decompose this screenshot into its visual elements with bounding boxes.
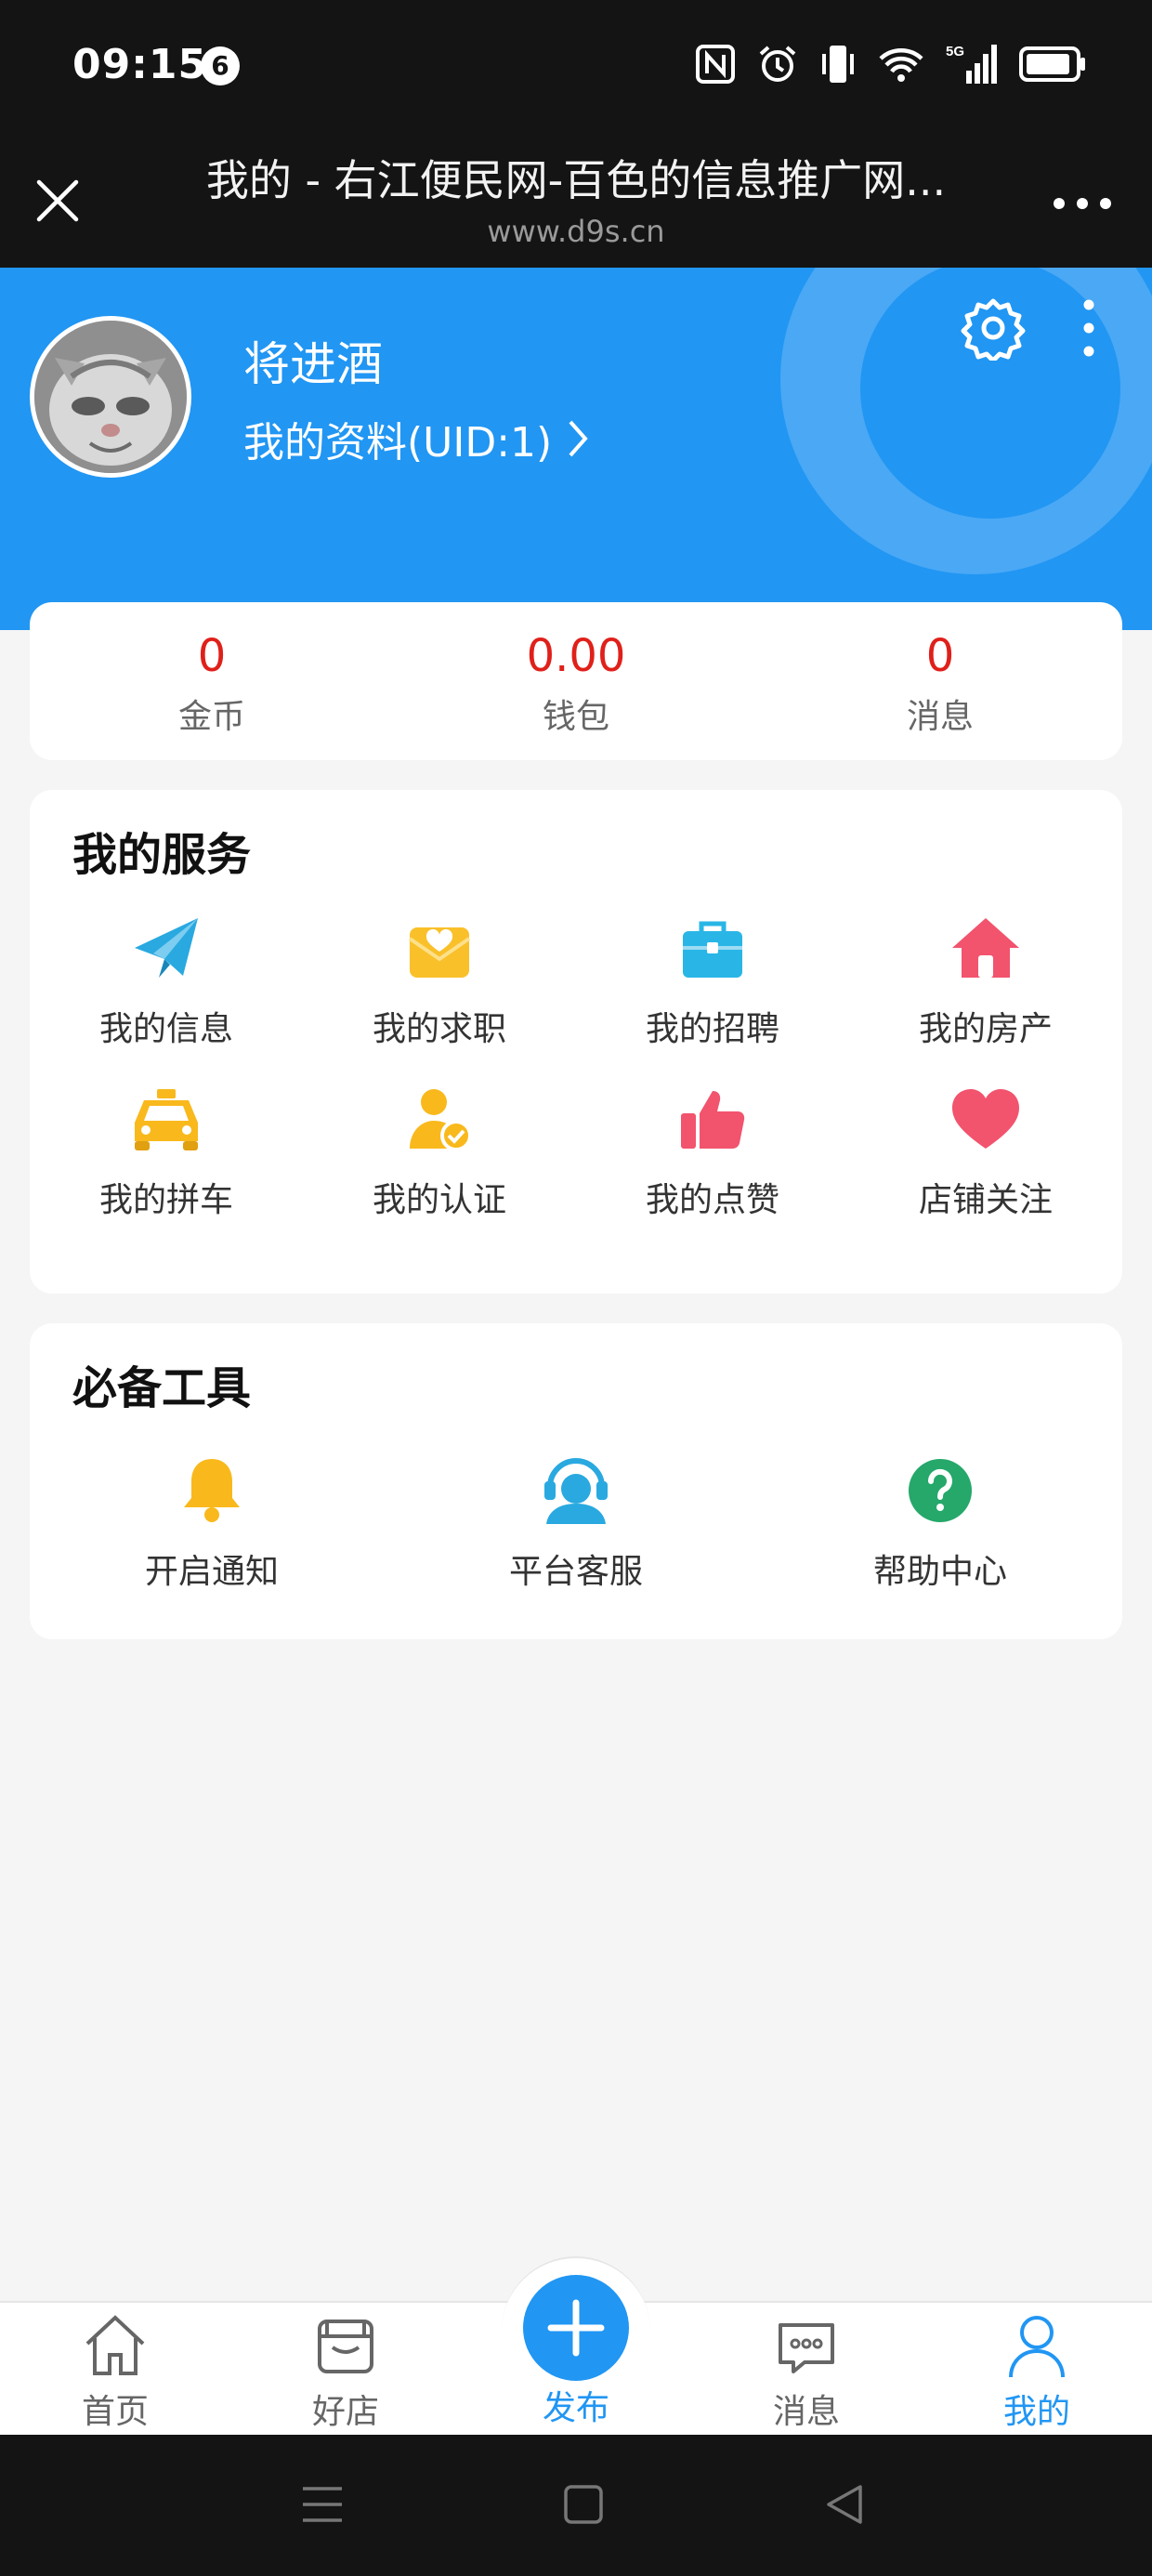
- back-triangle-icon[interactable]: [821, 2481, 868, 2528]
- user-icon: [1009, 2316, 1065, 2378]
- signal-5g-icon: 5G: [946, 44, 997, 84]
- service-label: 我的信息: [98, 1010, 233, 1048]
- stats-card: 0 金币 0.00 钱包 0 消息: [30, 602, 1122, 760]
- page-url: www.d9s.cn: [487, 214, 665, 249]
- publish-label: 发布: [542, 2389, 609, 2427]
- plus-icon: [547, 2299, 605, 2357]
- profile-link[interactable]: 我的资料(UID:1): [243, 409, 589, 468]
- nav-item-me[interactable]: 我的: [962, 2310, 1111, 2433]
- service-label: 我的拼车: [98, 1181, 233, 1219]
- tool-label: 平台客服: [508, 1553, 643, 1591]
- status-time: 09:15: [72, 41, 208, 88]
- more-options-icon[interactable]: [1050, 190, 1115, 217]
- section-title: 必备工具: [72, 1362, 252, 1414]
- service-label: 店铺关注: [918, 1181, 1053, 1219]
- services-grid: 我的信息 我的求职 我的招聘 我的房产 我的拼车 我的认证 我的点赞 店铺关注: [30, 911, 1122, 1221]
- envelope-heart-icon: [408, 927, 471, 978]
- stat-messages[interactable]: 0 消息: [758, 602, 1122, 760]
- service-my-info[interactable]: 我的信息: [30, 911, 303, 1050]
- help-circle-icon: [909, 1459, 972, 1522]
- service-label: 我的求职: [372, 1010, 506, 1048]
- avatar[interactable]: [30, 316, 191, 478]
- profile-link-label: 我的资料(UID:1): [243, 419, 553, 467]
- paper-plane-icon: [135, 918, 198, 978]
- service-my-recruitment[interactable]: 我的招聘: [576, 911, 849, 1050]
- kebab-menu-icon[interactable]: [1070, 296, 1107, 361]
- tools-grid: 开启通知 平台客服 帮助中心: [30, 1453, 1122, 1593]
- nav-item-home[interactable]: 首页: [41, 2310, 190, 2433]
- nav-label: 消息: [772, 2393, 840, 2431]
- service-my-verification[interactable]: 我的认证: [303, 1082, 576, 1221]
- thumbs-up-icon: [681, 1091, 745, 1149]
- battery-icon: [1019, 46, 1085, 82]
- user-name: 将进酒: [243, 337, 383, 391]
- tool-label: 开启通知: [144, 1553, 279, 1591]
- close-icon[interactable]: [32, 175, 84, 227]
- web-header: 我的 - 右江便民网-百色的信息推广网... www.d9s.cn: [0, 138, 1152, 268]
- stat-label: 钱包: [542, 698, 609, 736]
- nav-item-messages[interactable]: 消息: [732, 2310, 881, 2433]
- service-my-property[interactable]: 我的房产: [849, 911, 1122, 1050]
- service-shop-follow[interactable]: 店铺关注: [849, 1082, 1122, 1221]
- nav-label: 好店: [311, 2393, 379, 2431]
- service-my-likes[interactable]: 我的点赞: [576, 1082, 849, 1221]
- notification-count-badge: 6: [201, 46, 240, 85]
- home-square-icon[interactable]: [560, 2481, 607, 2528]
- system-navigation-bar: [0, 2435, 1152, 2576]
- wifi-icon: [879, 48, 923, 82]
- publish-button[interactable]: [523, 2275, 629, 2381]
- chevron-right-icon: [569, 420, 588, 457]
- tool-help-center[interactable]: 帮助中心: [758, 1453, 1122, 1593]
- page-title: 我的 - 右江便民网-百色的信息推广网...: [205, 155, 947, 205]
- cat-avatar-image: [34, 321, 187, 473]
- taxi-icon: [135, 1089, 198, 1150]
- bell-icon: [184, 1459, 240, 1522]
- stat-label: 消息: [906, 698, 974, 736]
- my-services-card: 我的服务 我的信息 我的求职 我的招聘 我的房产 我的拼车 我的认证 我的点赞: [30, 790, 1122, 1294]
- tool-customer-service[interactable]: 平台客服: [394, 1453, 758, 1593]
- nav-label: 首页: [81, 2393, 149, 2431]
- briefcase-icon: [683, 921, 742, 978]
- nfc-icon: [696, 45, 735, 84]
- heart-icon: [952, 1089, 1019, 1149]
- status-bar: 09:15 6 5G: [0, 0, 1152, 138]
- gear-icon[interactable]: [961, 296, 1026, 361]
- chat-icon: [779, 2323, 834, 2373]
- alarm-icon: [759, 46, 796, 82]
- service-label: 我的招聘: [645, 1010, 779, 1048]
- nav-label: 我的: [1002, 2393, 1070, 2431]
- svg-text:5G: 5G: [946, 44, 964, 59]
- service-my-carpool[interactable]: 我的拼车: [30, 1082, 303, 1221]
- recent-apps-icon[interactable]: [299, 2481, 346, 2528]
- shop-icon: [318, 2320, 373, 2373]
- nav-item-shop[interactable]: 好店: [271, 2310, 420, 2433]
- status-icons: 5G: [695, 43, 1087, 85]
- service-my-job-search[interactable]: 我的求职: [303, 911, 576, 1050]
- profile-header: 将进酒 我的资料(UID:1): [0, 268, 1152, 630]
- service-label: 我的点赞: [645, 1181, 779, 1219]
- home-icon: [85, 2315, 145, 2375]
- section-title: 我的服务: [72, 829, 252, 881]
- tool-label: 帮助中心: [872, 1553, 1007, 1591]
- service-label: 我的房产: [918, 1010, 1053, 1048]
- stat-value: 0: [925, 630, 955, 682]
- vibrate-icon: [822, 46, 854, 83]
- essential-tools-card: 必备工具 开启通知 平台客服 帮助中心: [30, 1323, 1122, 1639]
- stat-wallet[interactable]: 0.00 钱包: [394, 602, 758, 760]
- stat-value: 0: [197, 630, 227, 682]
- house-icon: [952, 918, 1019, 978]
- stat-coins[interactable]: 0 金币: [30, 602, 394, 760]
- service-label: 我的认证: [372, 1181, 506, 1219]
- user-verified-icon: [410, 1089, 472, 1151]
- stat-value: 0.00: [526, 630, 626, 682]
- stat-label: 金币: [177, 698, 245, 736]
- headset-agent-icon: [544, 1458, 608, 1524]
- tool-enable-notifications[interactable]: 开启通知: [30, 1453, 394, 1593]
